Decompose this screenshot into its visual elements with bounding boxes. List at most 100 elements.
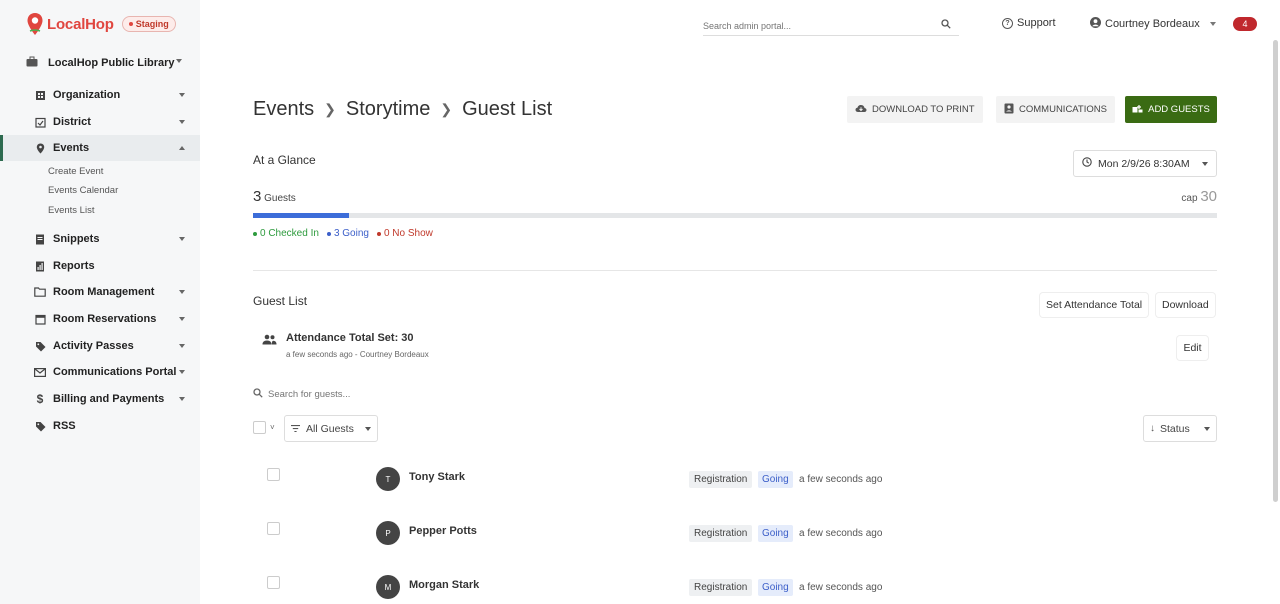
sidebar-item-rss[interactable]: RSS — [0, 413, 200, 439]
support-link[interactable]: ? Support — [1002, 17, 1056, 29]
chevron-down-icon — [179, 120, 185, 124]
set-attendance-total-button[interactable]: Set Attendance Total — [1040, 293, 1148, 317]
chevron-right-icon: ❯ — [440, 101, 453, 117]
chevron-down-icon — [179, 344, 185, 348]
guest-checkbox[interactable] — [267, 468, 280, 481]
search-icon[interactable] — [941, 19, 951, 32]
brand-name: LocalHop — [47, 15, 114, 33]
sidebar-item-snippets[interactable]: Snippets — [0, 226, 200, 252]
guest-filter-value: All Guests — [306, 422, 354, 435]
avatar: P — [376, 521, 400, 545]
download-to-print-button[interactable]: DOWNLOAD TO PRINT — [847, 96, 983, 123]
event-date-select[interactable]: Mon 2/9/26 8:30AM — [1073, 150, 1217, 177]
notification-badge[interactable]: 4 — [1233, 17, 1257, 31]
chevron-down-icon — [365, 426, 371, 431]
sidebar-item-label: Reports — [53, 260, 95, 272]
sidebar-item-label: Events — [53, 142, 90, 154]
sidebar-item-organization[interactable]: Organization — [0, 82, 200, 108]
guest-checkbox[interactable] — [267, 522, 280, 535]
add-guests-icon — [1132, 104, 1143, 116]
localhop-logo[interactable]: LocalHop Staging — [26, 12, 176, 36]
organization-name: LocalHop Public Library — [48, 57, 175, 69]
sidebar-item-label: Communications Portal — [53, 366, 177, 378]
guest-checkbox[interactable] — [267, 576, 280, 589]
attendance-total-meta: a few seconds ago - Courtney Bordeaux — [286, 350, 429, 359]
help-circle-icon: ? — [1002, 17, 1013, 29]
status-badge: Going — [758, 471, 793, 488]
blue-dot-icon — [326, 231, 331, 236]
chevron-down-icon — [176, 59, 182, 63]
user-menu[interactable]: Courtney Bordeaux — [1090, 17, 1216, 31]
calendar-check-icon — [33, 117, 47, 128]
communications-label: COMMUNICATIONS — [1019, 104, 1107, 115]
sidebar-item-activity-passes[interactable]: Activity Passes — [0, 333, 200, 359]
guest-filter-select[interactable]: All Guests — [284, 415, 378, 442]
sidebar-subitem-events-calendar[interactable]: Events Calendar — [48, 185, 118, 196]
chevron-down-icon[interactable]: ˅ — [270, 423, 275, 432]
select-all-checkbox[interactable] — [253, 421, 266, 434]
tag-icon — [33, 341, 47, 352]
guest-row[interactable]: P Pepper Potts Registration Going a few … — [253, 508, 1217, 558]
guest-name[interactable]: Tony Stark — [409, 471, 465, 483]
capacity: cap 30 — [1181, 188, 1217, 205]
admin-search-input[interactable] — [703, 20, 903, 31]
status-badge: Going — [758, 525, 793, 542]
filter-icon — [291, 423, 300, 435]
breadcrumb-guest-list: Guest List — [462, 98, 553, 120]
checked-in-label: 0 Checked In — [260, 228, 319, 239]
status-sort-select[interactable]: ↓ Status — [1143, 415, 1217, 442]
sidebar-item-room-management[interactable]: Room Management — [0, 279, 200, 305]
status-badge: Going — [758, 579, 793, 596]
registration-tag: Registration — [689, 471, 753, 488]
guest-search[interactable] — [253, 386, 1217, 402]
sidebar-item-billing-and-payments[interactable]: $ Billing and Payments — [0, 386, 200, 412]
avatar: T — [376, 467, 400, 491]
tag-icon — [33, 421, 47, 432]
capacity-label: cap — [1181, 193, 1198, 204]
communications-button[interactable]: COMMUNICATIONS — [996, 96, 1115, 123]
sidebar-subitem-create-event[interactable]: Create Event — [48, 166, 103, 177]
chevron-down-icon — [179, 397, 185, 401]
select-all[interactable]: ˅ — [253, 421, 275, 434]
sidebar-item-communications-portal[interactable]: Communications Portal — [0, 359, 200, 385]
guest-row[interactable]: T Tony Stark Registration Going a few se… — [253, 454, 1217, 504]
download-button[interactable]: Download — [1156, 293, 1215, 317]
guest-name[interactable]: Pepper Potts — [409, 525, 477, 537]
going-label: 3 Going — [333, 228, 369, 239]
at-a-glance-title: At a Glance — [253, 153, 316, 167]
edit-attendance-button[interactable]: Edit — [1177, 336, 1208, 360]
guest-row[interactable]: M Morgan Stark Registration Going a few … — [253, 562, 1217, 604]
staging-badge: Staging — [121, 16, 176, 32]
guest-search-input[interactable] — [268, 388, 568, 400]
chevron-down-icon — [1202, 161, 1208, 166]
arrow-down-icon: ↓ — [1150, 423, 1155, 434]
organization-selector[interactable]: LocalHop Public Library — [26, 54, 186, 72]
capacity-progress-bar — [253, 213, 1217, 218]
no-show-stat: 0 No Show — [376, 228, 433, 239]
status-sort-value: Status — [1160, 422, 1190, 435]
chevron-up-icon — [179, 146, 185, 150]
chevron-down-icon — [1204, 426, 1210, 431]
clock-icon — [1082, 157, 1092, 170]
sidebar-item-room-reservations[interactable]: Room Reservations — [0, 306, 200, 332]
sidebar-item-events[interactable]: Events — [0, 135, 200, 161]
no-show-label: 0 No Show — [383, 228, 433, 239]
add-guests-button[interactable]: ADD GUESTS — [1125, 96, 1217, 123]
sidebar-item-reports[interactable]: Reports — [0, 253, 200, 279]
sidebar-subitem-events-list[interactable]: Events List — [48, 205, 94, 216]
sidebar-item-district[interactable]: District — [0, 109, 200, 135]
avatar: M — [376, 575, 400, 599]
guest-name[interactable]: Morgan Stark — [409, 579, 479, 591]
registration-tag: Registration — [689, 525, 753, 542]
breadcrumb-events[interactable]: Events — [253, 98, 314, 121]
capacity-progress-fill — [253, 213, 350, 218]
checked-in-stat: 0 Checked In — [253, 228, 319, 239]
registration-tag: Registration — [689, 579, 753, 596]
attendance-stats: 0 Checked In 3 Going 0 No Show — [253, 228, 433, 239]
building-icon — [33, 90, 47, 101]
green-dot-icon — [253, 231, 257, 236]
page-scrollbar[interactable] — [1273, 40, 1278, 502]
chevron-right-icon: ❯ — [324, 101, 336, 117]
breadcrumb-storytime[interactable]: Storytime — [346, 98, 430, 121]
admin-search[interactable] — [703, 16, 959, 36]
